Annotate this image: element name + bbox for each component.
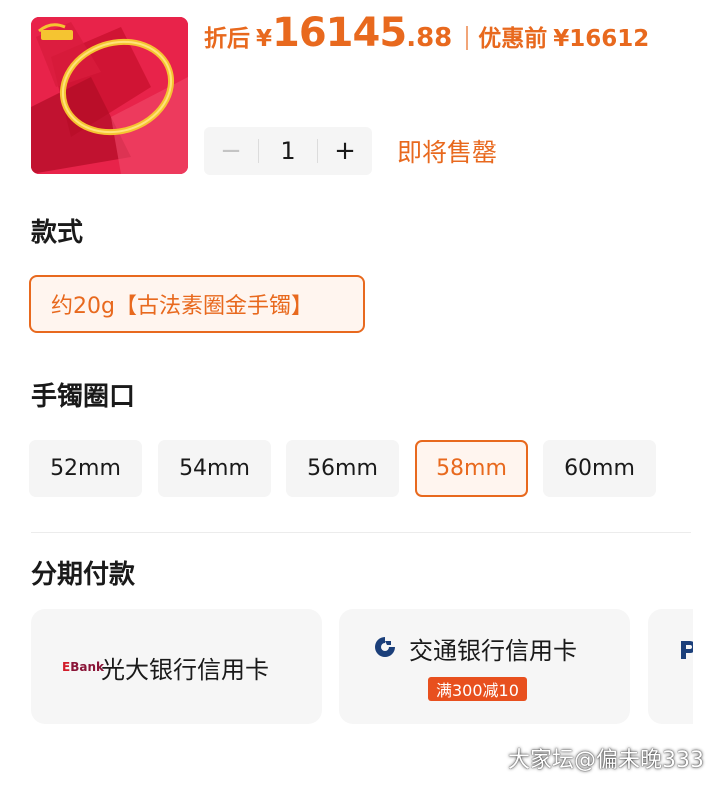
- quantity-stepper: − 1 +: [204, 127, 372, 175]
- bank-card-bocom[interactable]: 交通银行信用卡 满300减10: [339, 609, 630, 724]
- currency-symbol: ¥: [256, 26, 273, 52]
- ceb-logo-text: Bank: [70, 660, 104, 674]
- stock-status: 即将售罄: [397, 138, 498, 167]
- quantity-value[interactable]: 1: [258, 137, 318, 165]
- bank-card-partial[interactable]: [648, 609, 693, 724]
- size-section-title: 手镯圈口: [31, 382, 136, 412]
- discount-label: 折后: [204, 26, 250, 52]
- bocom-bank-logo-icon: [375, 637, 395, 657]
- bank-name: 光大银行信用卡: [101, 656, 269, 684]
- promo-badge: 满300减10: [428, 677, 527, 701]
- bank-name: 交通银行信用卡: [409, 637, 577, 665]
- bank-card-ceb[interactable]: EBank 光大银行信用卡: [31, 609, 322, 724]
- price-decimal: .88: [406, 23, 453, 53]
- price-integer: 16145: [272, 10, 407, 56]
- size-option-58mm[interactable]: 58mm: [415, 440, 528, 497]
- price-row: 折后 ¥ 16145 .88 优惠前 ¥16612: [204, 10, 649, 66]
- original-price: ¥16612: [553, 26, 650, 52]
- original-price-label: 优惠前: [478, 26, 548, 52]
- installment-section-title: 分期付款: [31, 560, 136, 590]
- installment-bank-list: EBank 光大银行信用卡 交通银行信用卡 满300减10: [31, 609, 693, 725]
- section-divider: [31, 532, 691, 533]
- style-section-title: 款式: [31, 218, 84, 248]
- size-option-60mm[interactable]: 60mm: [543, 440, 656, 497]
- size-option-52mm[interactable]: 52mm: [29, 440, 142, 497]
- size-option-56mm[interactable]: 56mm: [286, 440, 399, 497]
- gold-bangle-image-icon: [31, 17, 188, 174]
- style-option[interactable]: 约20g【古法素圈金手镯】: [29, 275, 365, 333]
- product-thumbnail[interactable]: [31, 17, 188, 174]
- product-summary: 折后 ¥ 16145 .88 优惠前 ¥16612 − 1 + 即将售罄: [0, 0, 720, 190]
- ceb-bank-logo-icon: EBank: [62, 660, 104, 674]
- partial-bank-logo-icon: [681, 641, 693, 659]
- increase-quantity-button[interactable]: +: [318, 127, 372, 175]
- decrease-quantity-button[interactable]: −: [204, 127, 258, 175]
- watermark-text: 大家坛@偏未晚333: [508, 748, 704, 773]
- price-divider: [466, 26, 469, 50]
- size-option-54mm[interactable]: 54mm: [158, 440, 271, 497]
